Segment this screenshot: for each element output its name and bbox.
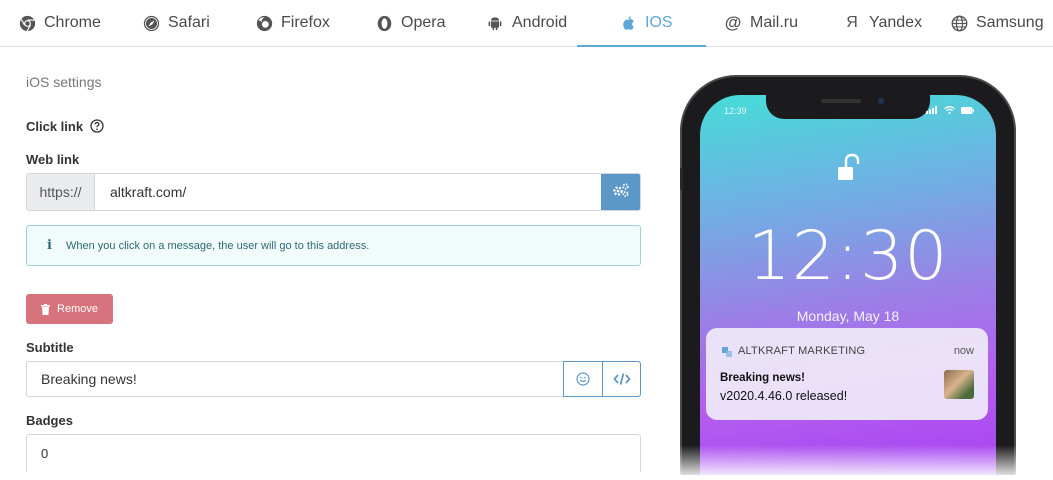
lockscreen-clock: 12:30 (747, 217, 949, 296)
wifi-icon (944, 106, 955, 114)
safari-icon (142, 14, 160, 32)
tab-label: Safari (168, 14, 210, 31)
status-time: 12:39 (724, 106, 747, 116)
yandex-icon: Я (846, 14, 858, 31)
notification-body: v2020.4.46.0 released! (720, 389, 848, 403)
tab-yandex[interactable]: Я Yandex (843, 0, 922, 46)
battery-icon (961, 106, 974, 114)
tab-label: IOS (645, 14, 673, 31)
trash-icon (41, 303, 51, 315)
web-link-field: https:// altkraft.com/ (26, 173, 641, 211)
tab-chrome[interactable]: Chrome (18, 0, 101, 46)
web-link-label: Web link (26, 152, 80, 167)
browser-tabs: Chrome Safari Firefox Opera Android IOS … (0, 0, 1053, 47)
web-link-input[interactable]: altkraft.com/ (95, 174, 601, 210)
opera-icon (375, 14, 393, 32)
gears-icon (612, 182, 630, 203)
notification-title: Breaking news! (720, 372, 805, 384)
badges-input[interactable]: 0 (26, 434, 641, 472)
globe-icon (950, 14, 968, 32)
web-link-prefix: https:// (27, 174, 95, 210)
tab-label: Mail.ru (750, 14, 799, 31)
firefox-icon (255, 14, 273, 32)
unlocked-lock-icon (836, 153, 862, 188)
tab-firefox[interactable]: Firefox (255, 0, 330, 46)
subtitle-field: Breaking news! (26, 361, 641, 397)
tab-mailru[interactable]: @ Mail.ru (724, 0, 798, 46)
settings-button[interactable] (601, 174, 640, 210)
tab-label: Chrome (44, 14, 101, 31)
notification-thumbnail (944, 370, 974, 399)
phone-notch (766, 95, 930, 119)
code-icon (612, 373, 631, 385)
remove-label: Remove (57, 303, 98, 315)
lockscreen-date: Monday, May 18 (796, 308, 900, 324)
tab-label: Android (512, 14, 568, 31)
info-icon: i (47, 238, 52, 253)
apple-icon (619, 14, 637, 32)
info-text: When you click on a message, the user wi… (66, 239, 370, 252)
subtitle-input[interactable]: Breaking news! (27, 362, 563, 396)
section-title: iOS settings (26, 74, 102, 90)
badges-label: Badges (26, 413, 73, 428)
code-button[interactable] (602, 362, 640, 396)
tab-label: Samsung (976, 14, 1044, 31)
phone-side-button (680, 168, 683, 190)
help-icon[interactable] (90, 119, 104, 133)
tab-opera[interactable]: Opera (375, 0, 445, 46)
app-logo-icon (722, 347, 732, 357)
smiley-icon (576, 372, 590, 386)
signal-icon (926, 106, 937, 114)
remove-button[interactable]: Remove (26, 294, 113, 324)
tab-label: Yandex (869, 14, 923, 31)
info-alert: i When you click on a message, the user … (26, 225, 641, 266)
tab-android[interactable]: Android (486, 0, 567, 46)
push-notification: ALTKRAFT MARKETING now Breaking news! v2… (706, 328, 988, 420)
phone-fade (670, 445, 1030, 480)
tab-ios[interactable]: IOS (577, 0, 705, 47)
at-icon: @ (724, 13, 742, 32)
tab-label: Opera (401, 14, 446, 31)
tab-safari[interactable]: Safari (142, 0, 210, 46)
subtitle-label: Subtitle (26, 340, 74, 355)
emoji-button[interactable] (564, 362, 602, 396)
tab-samsung[interactable]: Samsung (950, 0, 1044, 46)
notification-app-name: ALTKRAFT MARKETING (738, 345, 866, 357)
phone-preview: 12:39 12:30 Monday, May 18 ALTKRAFT MARK… (680, 75, 1016, 475)
android-icon (486, 14, 504, 32)
chrome-icon (18, 14, 36, 32)
status-icons (926, 106, 974, 114)
click-link-label: Click link (26, 119, 84, 134)
notification-time: now (953, 345, 974, 357)
tab-label: Firefox (281, 14, 330, 31)
phone-screen: 12:39 12:30 Monday, May 18 ALTKRAFT MARK… (700, 95, 996, 475)
